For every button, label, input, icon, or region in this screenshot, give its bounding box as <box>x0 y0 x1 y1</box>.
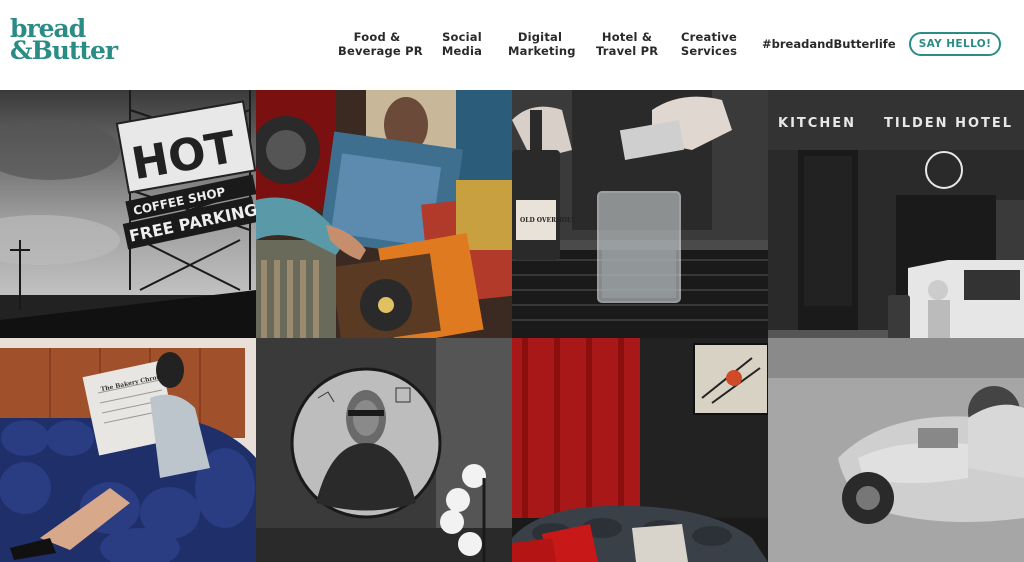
tile-record-crate-browsing[interactable] <box>256 90 512 338</box>
tile-hot-coffee-shop-sign[interactable]: HOT COFFEE SHOP FREE PARKING <box>0 90 256 338</box>
say-hello-button[interactable]: SAY HELLO! <box>909 32 1001 56</box>
woman-reading-photo: The Bakery Chronicle <box>0 338 256 562</box>
tile-woman-reading-newspaper-sofa[interactable]: The Bakery Chronicle <box>0 338 256 562</box>
tile-red-velvet-lounge[interactable] <box>512 338 768 562</box>
tile-scooter-rider-street[interactable] <box>768 338 1024 562</box>
bottle-label-text: OLD OVERHOLT <box>520 217 576 224</box>
nav-label-line2: Beverage PR <box>338 44 423 58</box>
nav-label-line1: Social <box>442 30 482 44</box>
nav-label-line2: Travel PR <box>596 44 659 58</box>
tile-mona-lisa-circle-art[interactable] <box>256 338 512 562</box>
nav-label-line2: Marketing <box>508 44 576 58</box>
nav-item-creative-services[interactable]: Creative Services <box>678 30 740 58</box>
kitchen-sign-text: KITCHEN <box>778 116 856 131</box>
tile-bartender-pouring-cocktail[interactable]: OLD OVERHOLT <box>512 90 768 338</box>
nav-label-line1: Digital <box>517 30 563 44</box>
mona-lisa-photo <box>256 338 512 562</box>
nav-label-line1: Creative <box>680 30 737 44</box>
tile-kitchen-tilden-hotel-facade[interactable]: KITCHEN TILDEN HOTEL <box>768 90 1024 338</box>
scooter-photo <box>768 338 1024 562</box>
bread-and-butter-logo[interactable]: bread &Butter <box>10 16 118 70</box>
tilden-hotel-sign-text: TILDEN HOTEL <box>884 116 1013 131</box>
nav-item-digital-marketing[interactable]: Digital Marketing <box>508 30 576 58</box>
photo-gallery-grid: HOT COFFEE SHOP FREE PARKING OLD OVERHOL… <box>0 90 1024 562</box>
nav-label-line2: Media <box>441 44 483 58</box>
logo-line-2: &Butter <box>10 36 118 65</box>
site-header: bread &Butter Food & Beverage PR Social … <box>0 0 1024 90</box>
nav-item-hotel-travel-pr[interactable]: Hotel & Travel PR <box>596 30 658 58</box>
nav-label-line1: Food & <box>353 30 401 44</box>
red-lounge-photo <box>512 338 768 562</box>
bartender-photo: OLD OVERHOLT <box>512 90 768 338</box>
hot-sign-photo: HOT COFFEE SHOP FREE PARKING <box>0 90 256 338</box>
nav-item-food-beverage-pr[interactable]: Food & Beverage PR <box>338 30 423 58</box>
nav-item-hashtag[interactable]: #breadandButterlife <box>762 37 896 51</box>
nav-item-social-media[interactable]: Social Media <box>436 30 488 58</box>
nav-label-line1: Hotel & <box>601 30 653 44</box>
nav-label-line2: Services <box>680 44 738 58</box>
tilden-hotel-photo: KITCHEN TILDEN HOTEL <box>768 90 1024 338</box>
records-photo <box>256 90 512 338</box>
